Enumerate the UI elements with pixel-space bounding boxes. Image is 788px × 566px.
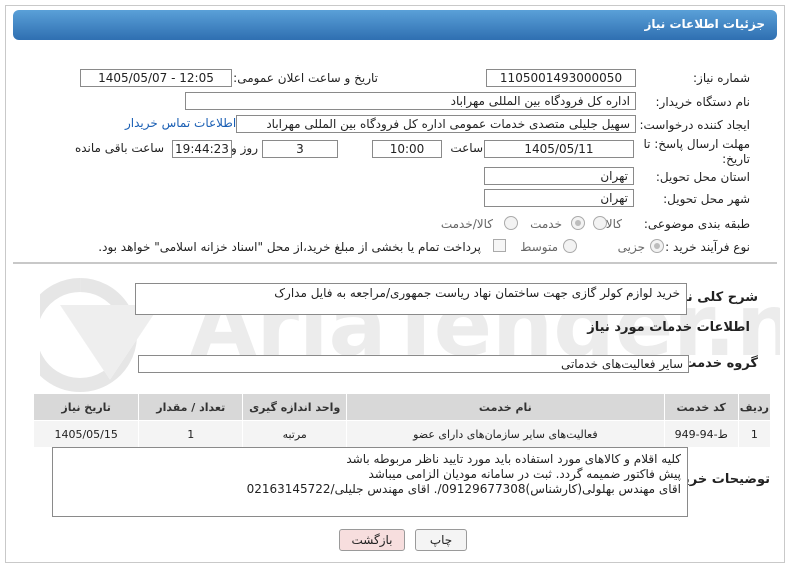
category-option-service-radio[interactable] [571, 216, 585, 230]
back-button[interactable]: بازگشت [339, 529, 405, 551]
services-section-title: اطلاعات خدمات مورد نیاز [587, 320, 750, 335]
print-button[interactable]: چاپ [415, 529, 467, 551]
deadline-date-field: 1405/05/11 [484, 140, 634, 158]
col-service-name: نام خدمت [346, 393, 665, 421]
purchase-type-medium-radio[interactable] [563, 239, 577, 253]
title-bar: جزئیات اطلاعات نیاز [13, 10, 777, 40]
description-field: خرید لوازم کولر گازی جهت ساختمان نهاد ری… [135, 283, 687, 315]
service-group-field: سایر فعالیت‌های خدماتی [138, 355, 689, 373]
need-number-field: 1105001493000050 [486, 69, 636, 87]
cell-row-number: 1 [737, 420, 772, 448]
province-label: استان محل تحویل: [655, 170, 750, 184]
col-unit: واحد اندازه گیری [242, 393, 348, 421]
buyer-note-line: اقای مهندس بهلولی(کارشناس)09129677308/. … [246, 482, 681, 496]
city-field: تهران [484, 189, 634, 207]
deadline-label: مهلت ارسال پاسخ: تا تاریخ: [643, 137, 750, 166]
remaining-time-label: ساعت باقی مانده [74, 141, 164, 155]
need-number-label: شماره نیاز: [693, 71, 750, 85]
category-option-both-radio[interactable] [504, 216, 518, 230]
section-divider [13, 262, 777, 264]
category-option-both-label: کالا/خدمت [440, 217, 493, 231]
service-group-label: گروه خدمت: [678, 356, 758, 371]
purchase-type-minor-radio[interactable] [650, 239, 664, 253]
remaining-days-field: 3 [262, 140, 338, 158]
treasury-payment-note: پرداخت تمام یا بخشی از مبلغ خرید،از محل … [98, 240, 481, 254]
table-header-row: ردیف کد خدمت نام خدمت واحد اندازه گیری ت… [32, 393, 772, 421]
requester-label: ایجاد کننده درخواست: [639, 118, 750, 132]
category-option-goods-radio[interactable] [593, 216, 607, 230]
announce-label: تاریخ و ساعت اعلان عمومی: [233, 71, 378, 85]
page-title: جزئیات اطلاعات نیاز [644, 17, 765, 31]
purchase-type-medium-label: متوسط [520, 240, 558, 254]
col-need-date: تاریخ نیاز [32, 393, 140, 421]
buyer-note-line: کلیه اقلام و کالاهای مورد استفاده باید م… [346, 452, 681, 466]
remaining-time-field: 19:44:23 [172, 140, 232, 158]
deadline-time-field: 10:00 [372, 140, 442, 158]
buyer-org-field: اداره کل فرودگاه بین المللی مهراباد [185, 92, 636, 110]
buyer-note-line: پیش فاکتور ضمیمه گردد. ثبت در سامانه مود… [368, 467, 681, 481]
col-row-number: ردیف [737, 393, 772, 421]
purchase-type-label: نوع فرآیند خرید : [665, 240, 750, 254]
cell-quantity: 1 [138, 420, 244, 448]
buyer-contact-link[interactable]: اطلاعات تماس خریدار [125, 116, 236, 130]
col-quantity: تعداد / مقدار [138, 393, 244, 421]
requester-field: سهیل جلیلی متصدی خدمات عمومی اداره کل فر… [236, 115, 636, 133]
announce-field: 1405/05/07 - 12:05 [80, 69, 232, 87]
deadline-time-label: ساعت [450, 141, 483, 155]
city-label: شهر محل تحویل: [663, 192, 750, 206]
cell-service-code: ط-94-949 [663, 420, 739, 448]
purchase-type-minor-label: جزیی [617, 240, 645, 254]
days-label: روز و [231, 141, 258, 155]
category-label: طبقه بندی موضوعی: [643, 217, 750, 231]
cell-service-name: فعالیت‌های سایر سازمان‌های دارای عضو [346, 420, 665, 448]
category-option-service-label: خدمت [530, 217, 562, 231]
buyer-notes-field: کلیه اقلام و کالاهای مورد استفاده باید م… [52, 447, 688, 517]
category-option-goods-label: کالا [605, 217, 622, 231]
table-row: 1 ط-94-949 فعالیت‌های سایر سازمان‌های دا… [32, 420, 772, 448]
province-field: تهران [484, 167, 634, 185]
col-service-code: کد خدمت [663, 393, 739, 421]
treasury-payment-checkbox[interactable] [493, 239, 506, 252]
buyer-org-label: نام دستگاه خریدار: [655, 95, 751, 109]
services-table: ردیف کد خدمت نام خدمت واحد اندازه گیری ت… [32, 393, 772, 448]
cell-unit: مرتبه [242, 420, 348, 448]
cell-need-date: 1405/05/15 [32, 420, 140, 448]
